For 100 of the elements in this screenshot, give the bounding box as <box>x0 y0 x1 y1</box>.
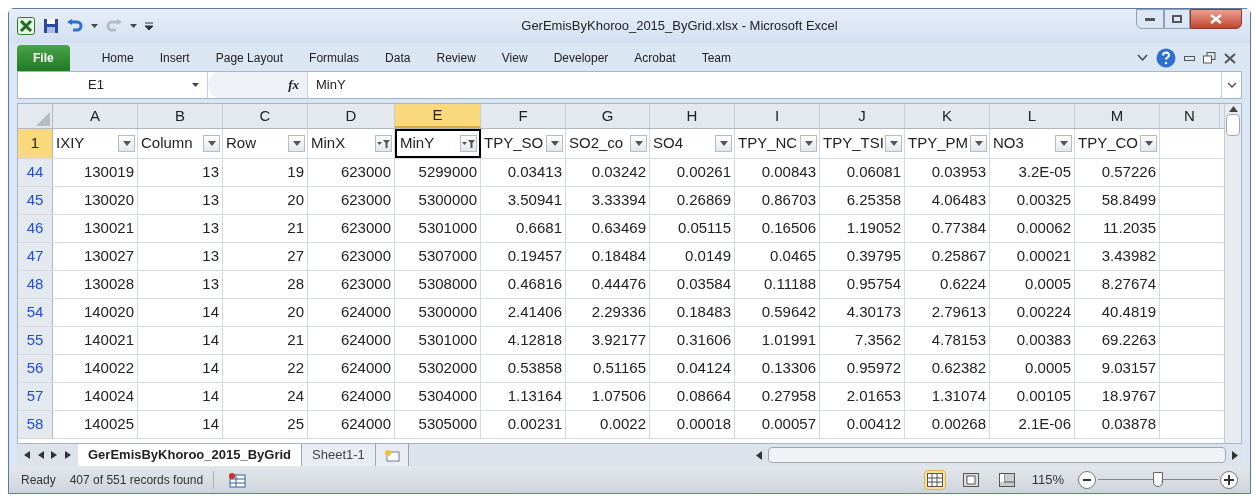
sheet-axis-letter[interactable]: E <box>395 104 481 128</box>
vertical-scrollbar[interactable] <box>1224 104 1241 443</box>
sheet-axis-letter[interactable]: A <box>53 104 138 128</box>
zoom-out-button[interactable] <box>1078 470 1096 489</box>
zoom-level[interactable]: 115% <box>1031 469 1064 490</box>
row-header[interactable]: 46 <box>18 215 53 242</box>
header-cell[interactable]: TPY_TSI <box>820 129 905 158</box>
filter-button[interactable] <box>715 135 732 152</box>
sheet-axis-letter[interactable]: M <box>1075 104 1160 128</box>
sheet-axis-letter[interactable]: J <box>820 104 905 128</box>
table-cell-text: 21 <box>287 218 304 239</box>
previous-sheet-icon[interactable] <box>37 451 44 459</box>
sheet-axis-letter[interactable]: F <box>481 104 566 128</box>
ribbon-tab[interactable]: Team <box>689 45 744 71</box>
sheet-tab[interactable]: GerEmisByKhoroo_2015_ByGrid <box>78 444 303 466</box>
last-sheet-icon[interactable] <box>65 451 72 459</box>
ribbon-tab[interactable]: View <box>489 45 540 71</box>
sheet-axis-letter[interactable]: G <box>566 104 650 128</box>
view-button[interactable] <box>923 469 946 490</box>
sheet-axis-letter[interactable]: I <box>735 104 820 128</box>
excel-logo-icon[interactable] <box>17 17 35 35</box>
macro-record-icon[interactable] <box>228 471 247 488</box>
scroll-left-icon[interactable] <box>756 450 762 460</box>
filter-button[interactable] <box>800 135 817 152</box>
row-header[interactable]: 48 <box>18 271 53 298</box>
table-cell-text: 624000 <box>340 386 391 407</box>
sheet-axis-letter[interactable]: C <box>223 104 308 128</box>
restore-icon[interactable] <box>1203 52 1216 64</box>
minimize-button[interactable] <box>1136 9 1164 29</box>
ribbon-tab[interactable]: Insert <box>147 45 202 71</box>
header-cell[interactable]: NO3 <box>990 129 1075 158</box>
filter-button[interactable] <box>1140 135 1157 152</box>
zoom-slider[interactable] <box>1098 470 1218 489</box>
ribbon-tab[interactable]: Home <box>89 45 146 71</box>
row-header[interactable]: 47 <box>18 243 53 270</box>
filter-button[interactable] <box>1055 135 1072 152</box>
ribbon-tab[interactable]: Formulas <box>297 45 372 71</box>
ribbon-tab[interactable]: File <box>17 45 70 71</box>
close-button[interactable] <box>1190 9 1242 29</box>
sheet-axis-letter[interactable]: H <box>650 104 735 128</box>
filter-button[interactable] <box>375 135 392 152</box>
header-cell[interactable]: MinX <box>308 129 395 158</box>
row-header[interactable]: 57 <box>18 383 53 410</box>
header-cell[interactable]: Column <box>138 129 223 158</box>
filter-button[interactable] <box>203 135 220 152</box>
sheet-axis-letter[interactable]: K <box>905 104 990 128</box>
row-header[interactable]: 55 <box>18 327 53 354</box>
help-icon[interactable] <box>1156 48 1176 68</box>
sheet-axis-letter[interactable]: L <box>990 104 1075 128</box>
filter-button[interactable] <box>118 135 135 152</box>
ribbon-tab[interactable]: Page Layout <box>203 45 296 71</box>
header-cell[interactable]: SO4 <box>650 129 735 158</box>
minimize-icon[interactable] <box>1184 55 1195 61</box>
ribbon-tab[interactable]: Review <box>424 45 488 71</box>
header-cell[interactable]: MinY <box>395 129 481 158</box>
zoom-in-button[interactable] <box>1220 470 1238 489</box>
close-icon[interactable] <box>1224 52 1236 64</box>
sheet-axis-letter[interactable]: N <box>1160 104 1220 128</box>
header-cell[interactable]: SO2_co <box>566 129 650 158</box>
table-cell-text: 0.00261 <box>676 162 731 183</box>
chevron-icon[interactable] <box>1137 54 1148 62</box>
row-header[interactable]: 58 <box>18 411 53 438</box>
ribbon-tab[interactable]: Developer <box>541 45 621 71</box>
sheet-axis-letter[interactable]: B <box>138 104 223 128</box>
row-header[interactable]: 54 <box>18 299 53 326</box>
ribbon-tab[interactable]: Acrobat <box>622 45 688 71</box>
ribbon-tab[interactable]: Data <box>373 45 423 71</box>
save-icon[interactable] <box>43 18 59 34</box>
header-cell[interactable]: Row <box>223 129 308 158</box>
next-sheet-icon[interactable] <box>51 451 58 459</box>
filter-button[interactable] <box>630 135 647 152</box>
header-cell[interactable]: IXIY <box>53 129 138 158</box>
header-cell[interactable]: TPY_PM <box>905 129 990 158</box>
customize-toolbar-icon[interactable] <box>145 22 153 30</box>
table-cell-text: 0.00062 <box>1016 218 1071 239</box>
first-sheet-icon[interactable] <box>23 451 30 459</box>
filter-button[interactable] <box>460 135 477 152</box>
table-cell-text: 0.95972 <box>846 358 901 379</box>
scroll-up-icon[interactable] <box>1228 106 1238 112</box>
header-cell[interactable]: TPY_SO <box>481 129 566 158</box>
table-cell-text: 0.00383 <box>1016 330 1071 351</box>
scroll-right-icon[interactable] <box>1232 450 1238 460</box>
status-mode: Ready <box>21 471 56 489</box>
filter-button[interactable] <box>288 135 305 152</box>
sheet-tab[interactable]: Sheet1-1 <box>302 444 376 466</box>
header-cell[interactable]: TPY_NC <box>735 129 820 158</box>
scroll-thumb[interactable] <box>1226 114 1240 136</box>
filter-button[interactable] <box>885 135 902 152</box>
row-header[interactable]: 44 <box>18 159 53 186</box>
dropdown-icon <box>804 141 813 146</box>
table-cell-text: 3.92177 <box>591 330 646 351</box>
table-cell-text: 13 <box>202 218 219 239</box>
header-cell[interactable]: TPY_CO <box>1075 129 1160 158</box>
undo-icon[interactable] <box>67 19 83 33</box>
row-header[interactable]: 56 <box>18 355 53 382</box>
filter-button[interactable] <box>546 135 563 152</box>
row-header[interactable]: 45 <box>18 187 53 214</box>
row-header[interactable]: 1 <box>18 129 53 158</box>
filter-button[interactable] <box>970 135 987 152</box>
maximize-button[interactable] <box>1164 9 1190 29</box>
